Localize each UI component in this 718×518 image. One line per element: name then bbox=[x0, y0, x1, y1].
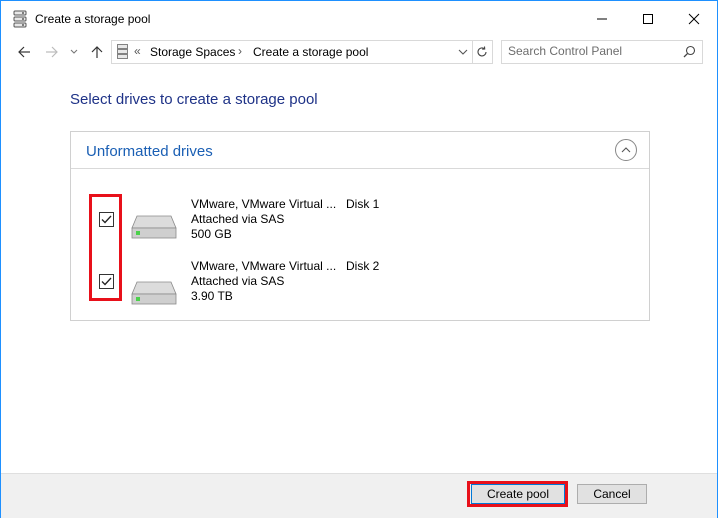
title-bar: Create a storage pool bbox=[1, 1, 717, 37]
hard-drive-icon bbox=[131, 281, 177, 305]
back-button[interactable] bbox=[14, 42, 34, 62]
drive-size: 500 GB bbox=[191, 227, 232, 241]
maximize-icon bbox=[643, 14, 653, 24]
up-arrow-icon bbox=[91, 46, 103, 58]
search-input[interactable] bbox=[508, 44, 668, 58]
drive-size: 3.90 TB bbox=[191, 289, 233, 303]
breadcrumb-storage-spaces[interactable]: Storage Spaces bbox=[150, 45, 235, 59]
close-icon bbox=[688, 13, 700, 25]
navigation-bar: « Storage Spaces › Create a storage pool bbox=[1, 37, 717, 67]
refresh-button[interactable] bbox=[472, 40, 493, 64]
window-title: Create a storage pool bbox=[35, 12, 151, 26]
breadcrumb-overflow[interactable]: « bbox=[134, 44, 141, 58]
drive-disk-number: Disk 1 bbox=[346, 197, 380, 211]
drive-name: VMware, VMware Virtual ... bbox=[191, 259, 337, 273]
recent-locations-button[interactable] bbox=[67, 42, 81, 62]
drive-disk-number: Disk 2 bbox=[346, 259, 380, 273]
dialog-window: Create a storage pool « Storage Spaces ›… bbox=[0, 0, 718, 518]
up-button[interactable] bbox=[87, 42, 107, 62]
dialog-footer: Create pool Cancel bbox=[1, 473, 717, 518]
chevron-down-icon bbox=[70, 49, 78, 54]
search-icon[interactable] bbox=[683, 45, 696, 58]
cancel-button[interactable]: Cancel bbox=[577, 484, 647, 504]
checkbox-highlight-box bbox=[89, 194, 122, 301]
create-pool-highlight-box bbox=[467, 481, 568, 507]
back-arrow-icon bbox=[18, 46, 30, 58]
storage-spaces-icon bbox=[13, 10, 27, 28]
forward-button[interactable] bbox=[42, 42, 62, 62]
breadcrumb-create-storage-pool[interactable]: Create a storage pool bbox=[253, 45, 368, 59]
drive-attachment: Attached via SAS bbox=[191, 212, 285, 226]
minimize-button[interactable] bbox=[579, 1, 625, 37]
unformatted-drives-panel: Unformatted drives VMware, VMware Virtua… bbox=[70, 131, 650, 321]
storage-spaces-icon bbox=[117, 44, 128, 59]
chevron-up-icon bbox=[621, 147, 631, 153]
address-dropdown-icon[interactable] bbox=[458, 49, 468, 56]
hard-drive-icon bbox=[131, 215, 177, 239]
forward-arrow-icon bbox=[46, 46, 58, 58]
drive-row: VMware, VMware Virtual ... Attached via … bbox=[71, 194, 649, 250]
refresh-icon bbox=[477, 46, 487, 57]
drive-row: VMware, VMware Virtual ... Attached via … bbox=[71, 256, 649, 312]
section-title: Unformatted drives bbox=[86, 143, 213, 160]
breadcrumb-separator: › bbox=[238, 44, 242, 58]
drive-name: VMware, VMware Virtual ... bbox=[191, 197, 337, 211]
page-heading: Select drives to create a storage pool bbox=[70, 91, 318, 108]
close-button[interactable] bbox=[671, 1, 717, 37]
search-box[interactable] bbox=[501, 40, 703, 64]
maximize-button[interactable] bbox=[625, 1, 671, 37]
minimize-icon bbox=[597, 18, 607, 20]
panel-header: Unformatted drives bbox=[71, 132, 649, 169]
collapse-button[interactable] bbox=[615, 139, 637, 161]
address-bar[interactable]: « Storage Spaces › Create a storage pool bbox=[111, 40, 473, 64]
drive-attachment: Attached via SAS bbox=[191, 274, 285, 288]
